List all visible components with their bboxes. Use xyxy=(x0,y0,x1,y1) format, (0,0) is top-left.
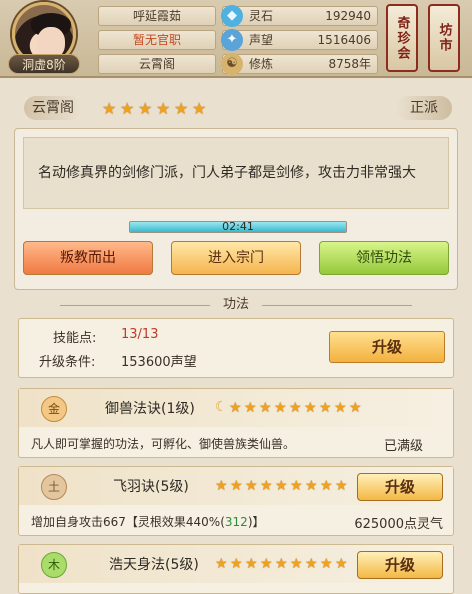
resource-cultivation: ☯ 修炼 8758年 xyxy=(221,53,378,75)
spirit-stone-icon: ◆ xyxy=(221,5,243,27)
star-icon: ★ xyxy=(335,556,348,572)
skill-header: 木 浩天身法(5级) ★ ★ ★ ★ ★ ★ ★ ★ ★ 升级 xyxy=(19,545,453,583)
star-icon: ★ xyxy=(304,400,317,416)
star-icon: ★ xyxy=(275,556,288,572)
star-icon: ★ xyxy=(229,400,242,416)
sect-alignment: 正派 xyxy=(396,96,452,120)
player-avatar-area[interactable]: 洞虚8阶 xyxy=(8,2,80,74)
skill-description-highlight: 312 xyxy=(224,515,248,529)
star-icon: ★ xyxy=(305,478,318,494)
star-icon: ★ xyxy=(290,556,303,572)
star-icon: ★ xyxy=(244,400,257,416)
realm-badge: 洞虚8阶 xyxy=(8,54,80,74)
enlighten-skill-button[interactable]: 领悟功法 xyxy=(319,241,449,275)
resource-label: 修炼 xyxy=(249,57,274,71)
star-icon: ★ xyxy=(102,99,117,118)
skill-card-haotian: 木 浩天身法(5级) ★ ★ ★ ★ ★ ★ ★ ★ ★ 升级 xyxy=(18,544,454,594)
sect-description: 名动修真界的剑修门派，门人弟子都是剑修，攻击力非常强大 xyxy=(38,165,416,181)
sect-description-box: 名动修真界的剑修门派，门人弟子都是剑修，攻击力非常强大 xyxy=(23,137,449,209)
sect-header: 云霄阁 ★ ★ ★ ★ ★ ★ 正派 xyxy=(0,96,472,122)
skill-points-panel: 技能点: 13/13 升级条件: 153600声望 升级 xyxy=(18,318,454,378)
metal-element-icon: 金 xyxy=(41,396,67,422)
resource-value: 8758年 xyxy=(328,57,371,71)
star-icon: ★ xyxy=(215,556,228,572)
star-icon: ★ xyxy=(245,556,258,572)
sect-detail-panel: 名动修真界的剑修门派，门人弟子都是剑修，攻击力非常强大 02:41 叛教而出 进… xyxy=(14,128,458,290)
resource-value: 192940 xyxy=(325,9,371,23)
star-icon: ★ xyxy=(320,556,333,572)
star-icon: ★ xyxy=(156,99,171,118)
official-title: 暂无官职 xyxy=(98,30,216,50)
upgrade-condition-label: 升级条件: xyxy=(39,355,96,370)
skill-upgrade-button[interactable]: 升级 xyxy=(357,473,443,501)
market-button[interactable]: 坊市 xyxy=(428,4,460,72)
gongfa-section-header: 功法 xyxy=(0,296,472,314)
star-icon: ★ xyxy=(260,556,273,572)
star-icon: ★ xyxy=(349,400,362,416)
fame-icon: ✦ xyxy=(221,29,243,51)
skill-name: 浩天身法(5级) xyxy=(109,557,199,573)
earth-element-icon: 土 xyxy=(41,474,67,500)
resource-label: 灵石 xyxy=(249,9,274,23)
cultivation-icon: ☯ xyxy=(221,53,243,75)
skill-rating: ★ ★ ★ ★ ★ ★ ★ ★ ★ xyxy=(215,557,349,571)
skill-points-label: 技能点: xyxy=(53,331,97,346)
star-icon: ★ xyxy=(259,400,272,416)
treasure-fair-button[interactable]: 奇珍会 xyxy=(386,4,418,72)
star-icon: ★ xyxy=(192,99,207,118)
skill-upgrade-cost: 625000点灵气 xyxy=(354,517,443,532)
resource-label: 声望 xyxy=(249,33,274,47)
star-icon: ★ xyxy=(320,478,333,494)
resource-value: 1516406 xyxy=(317,33,371,47)
star-icon: ★ xyxy=(274,400,287,416)
star-icon: ★ xyxy=(335,478,348,494)
star-icon: ★ xyxy=(260,478,273,494)
wood-element-icon: 木 xyxy=(41,552,67,578)
star-icon: ★ xyxy=(230,556,243,572)
star-icon: ★ xyxy=(120,99,135,118)
skill-name: 飞羽诀(5级) xyxy=(113,479,189,495)
sect-rating: ★ ★ ★ ★ ★ ★ xyxy=(102,101,209,118)
skill-rating: ★ ★ ★ ★ ★ ★ ★ ★ ★ xyxy=(215,479,349,493)
resource-fame: ✦ 声望 1516406 xyxy=(221,29,378,51)
section-title: 功法 xyxy=(222,297,249,312)
skill-header: 土 飞羽诀(5级) ★ ★ ★ ★ ★ ★ ★ ★ ★ 升级 xyxy=(19,467,453,505)
top-status-bar: 洞虚8阶 呼延霞茹 暂无官职 云霄阁 ◆ 灵石 192940 ✦ 声望 1516… xyxy=(0,0,472,78)
resource-spirit-stone: ◆ 灵石 192940 xyxy=(221,5,378,27)
skill-upgrade-button[interactable]: 升级 xyxy=(357,551,443,579)
upgrade-condition-value: 153600声望 xyxy=(121,355,197,370)
skill-points-value: 13/13 xyxy=(121,327,159,342)
star-icon: ★ xyxy=(245,478,258,494)
skill-description-suffix: )】 xyxy=(247,515,265,529)
player-info: 呼延霞茹 暂无官职 云霄阁 xyxy=(98,6,216,78)
star-icon: ★ xyxy=(138,99,153,118)
star-icon: ★ xyxy=(290,478,303,494)
skill-card-feather: 土 飞羽诀(5级) ★ ★ ★ ★ ★ ★ ★ ★ ★ 升级 增加自身攻击667【灵根效果440… xyxy=(18,466,454,536)
star-icon: ★ xyxy=(275,478,288,494)
skill-rating: ★ ★ ★ ★ ★ ★ ★ ★ ★ xyxy=(229,401,363,415)
skill-description: 增加自身攻击667【灵根效果440%(312)】 xyxy=(31,513,265,530)
star-icon: ★ xyxy=(230,478,243,494)
skill-name: 御兽法诀(1级) xyxy=(105,401,195,417)
skill-card-beast-taming: 金 御兽法诀(1级) ☾ ★ ★ ★ ★ ★ ★ ★ ★ ★ 凡人即可掌握的功法，可孵化、御使兽… xyxy=(18,388,454,458)
star-icon: ★ xyxy=(305,556,318,572)
player-sect: 云霄阁 xyxy=(98,54,216,74)
skill-description-prefix: 增加自身攻击667【灵根效果440%( xyxy=(31,515,225,529)
star-icon: ★ xyxy=(334,400,347,416)
timer-text: 02:41 xyxy=(222,220,254,233)
moon-icon: ☾ xyxy=(215,399,228,415)
star-icon: ★ xyxy=(289,400,302,416)
player-name: 呼延霞茹 xyxy=(98,6,216,26)
sect-upgrade-button[interactable]: 升级 xyxy=(329,331,445,363)
star-icon: ★ xyxy=(319,400,332,416)
enter-sect-button[interactable]: 进入宗门 xyxy=(171,241,301,275)
star-icon: ★ xyxy=(215,478,228,494)
skill-max-level-status: 已满级 xyxy=(383,439,423,454)
skill-description: 凡人即可掌握的功法，可孵化、御使兽族类仙兽。 xyxy=(31,437,296,451)
resource-list: ◆ 灵石 192940 ✦ 声望 1516406 ☯ 修炼 8758年 xyxy=(221,5,378,78)
star-icon: ★ xyxy=(174,99,189,118)
sect-name: 云霄阁 xyxy=(24,96,82,120)
betray-sect-button[interactable]: 叛教而出 xyxy=(23,241,153,275)
skill-header: 金 御兽法诀(1级) ☾ ★ ★ ★ ★ ★ ★ ★ ★ ★ xyxy=(19,389,453,427)
